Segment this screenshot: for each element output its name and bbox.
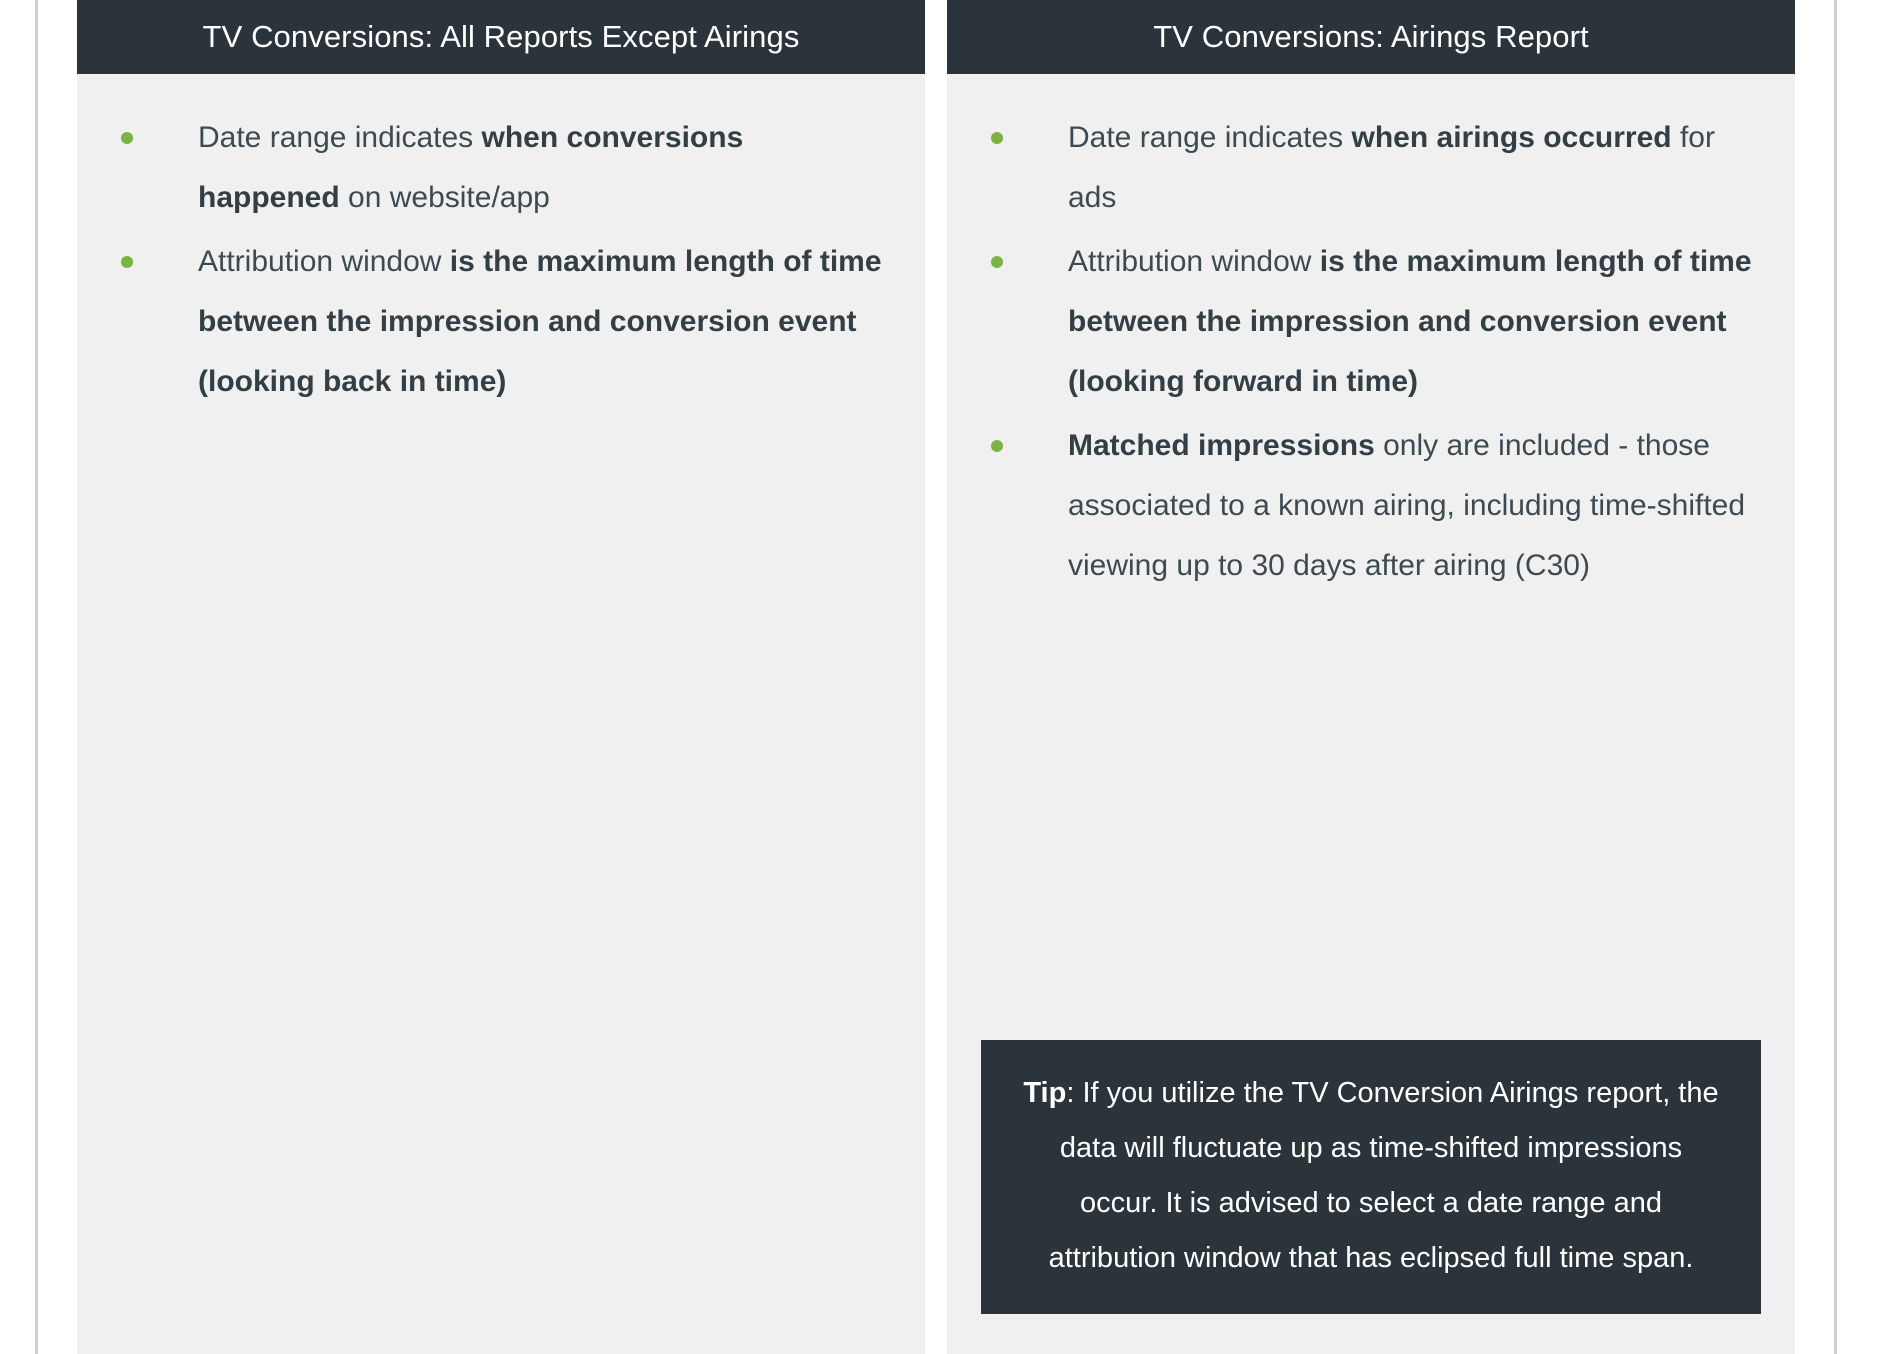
card-spacer-left [111,416,891,1354]
bullet-dot-icon [991,440,1003,452]
bullet-dot-icon [121,132,133,144]
bullet-text: Date range indicates when airings occurr… [1068,121,1715,214]
card-body-airings-report: Date range indicates when airings occurr… [947,74,1795,1354]
tip-wrapper: Tip: If you utilize the TV Conversion Ai… [981,1040,1761,1354]
card-all-reports-except-airings: TV Conversions: All Reports Except Airin… [77,0,925,1354]
comparison-cards-page: TV Conversions: All Reports Except Airin… [0,0,1890,1354]
cards-container: TV Conversions: All Reports Except Airin… [77,0,1795,1354]
card-title-airings-report: TV Conversions: Airings Report [947,0,1795,74]
card-title-all-reports-except-airings: TV Conversions: All Reports Except Airin… [77,0,925,74]
bullet-text: Date range indicates when conversions ha… [198,121,744,214]
bullet-dot-icon [991,256,1003,268]
card-spacer-right [981,600,1761,1040]
bullet-dot-icon [121,256,133,268]
bullet-text: Attribution window is the maximum length… [198,245,882,398]
card-airings-report: TV Conversions: Airings Report Date rang… [947,0,1795,1354]
bullet-item: Matched impressions only are included - … [981,416,1761,596]
bullet-item: Attribution window is the maximum length… [981,232,1761,412]
bullet-item: Date range indicates when conversions ha… [111,108,891,228]
bullet-item: Date range indicates when airings occurr… [981,108,1761,228]
frame-rule-left [35,0,38,1354]
bullet-list-airings-report: Date range indicates when airings occurr… [981,108,1761,600]
bullet-list-all-reports-except-airings: Date range indicates when conversions ha… [111,108,891,416]
card-body-all-reports-except-airings: Date range indicates when conversions ha… [77,74,925,1354]
tip-callout: Tip: If you utilize the TV Conversion Ai… [981,1040,1761,1314]
frame-rule-right [1834,0,1837,1354]
bullet-text: Attribution window is the maximum length… [1068,245,1752,398]
bullet-item: Attribution window is the maximum length… [111,232,891,412]
bullet-text: Matched impressions only are included - … [1068,429,1746,582]
bullet-dot-icon [991,132,1003,144]
